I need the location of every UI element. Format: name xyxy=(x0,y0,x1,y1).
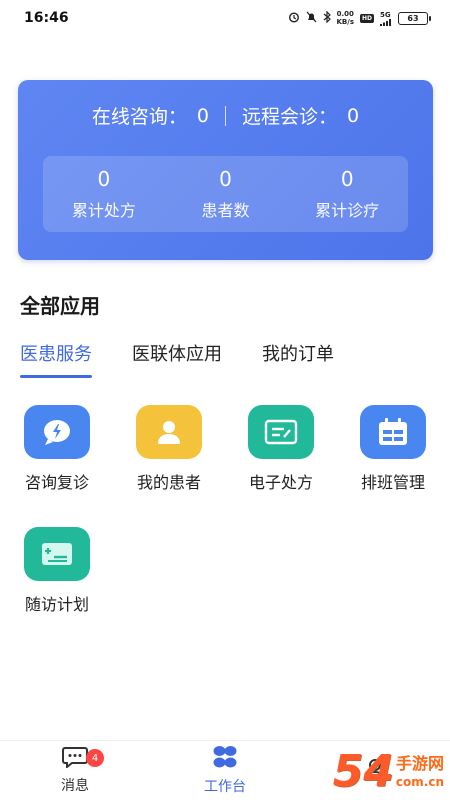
tab-my-orders[interactable]: 我的订单 xyxy=(262,342,334,378)
mute-icon xyxy=(306,11,317,26)
bluetooth-icon xyxy=(323,10,331,26)
app-label: 我的患者 xyxy=(136,473,201,492)
app-my-patients[interactable]: 我的患者 xyxy=(114,405,224,493)
stat-label: 患者数 xyxy=(201,201,250,220)
app-schedule-management[interactable]: 排班管理 xyxy=(338,405,448,493)
app-consult-followup[interactable]: 咨询复诊 xyxy=(2,405,112,493)
consult-summary: 在线咨询： 0 远程会诊： 0 xyxy=(18,102,433,129)
nav-workbench[interactable]: 工作台 xyxy=(150,741,300,800)
net-speed-unit: KB/s xyxy=(336,18,354,26)
net-speed-value: 0.00 xyxy=(336,10,354,18)
stat-treatments[interactable]: 0 累计诊疗 xyxy=(286,156,408,232)
tab-doctor-patient-service[interactable]: 医患服务 xyxy=(20,342,92,378)
unread-badge: 4 xyxy=(86,749,104,767)
divider xyxy=(225,105,226,126)
app-label: 电子处方 xyxy=(248,473,313,492)
stat-label: 累计诊疗 xyxy=(315,201,380,220)
signal-label: 5G xyxy=(380,10,391,19)
remote-consult-label: 远程会诊： xyxy=(242,106,338,128)
watermark-text: 手游网 com.cn xyxy=(396,754,444,790)
patient-person-icon xyxy=(136,405,202,459)
watermark-logo: 54 xyxy=(332,746,394,797)
app-label: 随访计划 xyxy=(24,595,89,614)
signal-icon: 5G xyxy=(380,11,392,26)
hd-badge: HD xyxy=(359,13,374,23)
message-icon xyxy=(62,746,88,772)
stats-box: 0 累计处方 0 患者数 0 累计诊疗 xyxy=(43,156,408,232)
app-label: 咨询复诊 xyxy=(24,473,89,492)
online-consult-label: 在线咨询： xyxy=(91,106,187,128)
schedule-calendar-icon xyxy=(360,405,426,459)
prescription-icon xyxy=(248,405,314,459)
nav-label: 消息 xyxy=(61,778,89,794)
workbench-icon xyxy=(212,745,238,773)
status-bar: 16:46 0.00 KB/s HD 5G 63 xyxy=(0,0,450,36)
net-speed: 0.00 KB/s xyxy=(337,10,354,26)
site-watermark: 54 手游网 com.cn xyxy=(300,744,450,800)
stat-value: 0 xyxy=(219,167,232,191)
status-time: 16:46 xyxy=(24,10,69,26)
status-icons: 0.00 KB/s HD 5G 63 xyxy=(288,10,431,26)
stat-value: 0 xyxy=(97,167,111,191)
watermark-cn: 手游网 xyxy=(395,754,444,773)
remote-consult-value: 0 xyxy=(347,104,360,127)
nav-label: 工作台 xyxy=(204,779,246,795)
nav-messages[interactable]: 4 消息 xyxy=(0,741,150,800)
app-e-prescription[interactable]: 电子处方 xyxy=(226,405,336,493)
stat-prescriptions[interactable]: 0 累计处方 xyxy=(43,156,165,232)
app-tabs: 医患服务 医联体应用 我的订单 xyxy=(20,342,374,378)
followup-plan-icon xyxy=(24,527,90,581)
online-consult-value: 0 xyxy=(196,104,209,127)
alarm-icon xyxy=(288,11,300,26)
app-label: 排班管理 xyxy=(360,473,425,492)
section-title: 全部应用 xyxy=(20,294,100,318)
tab-medical-alliance[interactable]: 医联体应用 xyxy=(132,342,222,378)
consult-chat-icon xyxy=(24,405,90,459)
stat-value: 0 xyxy=(340,167,354,191)
battery-level: 63 xyxy=(407,13,419,23)
stat-label: 累计处方 xyxy=(71,201,136,220)
battery-icon: 63 xyxy=(398,11,431,25)
watermark-url: com.cn xyxy=(395,775,444,789)
stat-patients[interactable]: 0 患者数 xyxy=(165,156,287,232)
summary-card: 在线咨询： 0 远程会诊： 0 0 累计处方 0 患者数 0 累计诊疗 xyxy=(18,80,433,260)
app-followup-plan[interactable]: 随访计划 xyxy=(2,527,112,615)
